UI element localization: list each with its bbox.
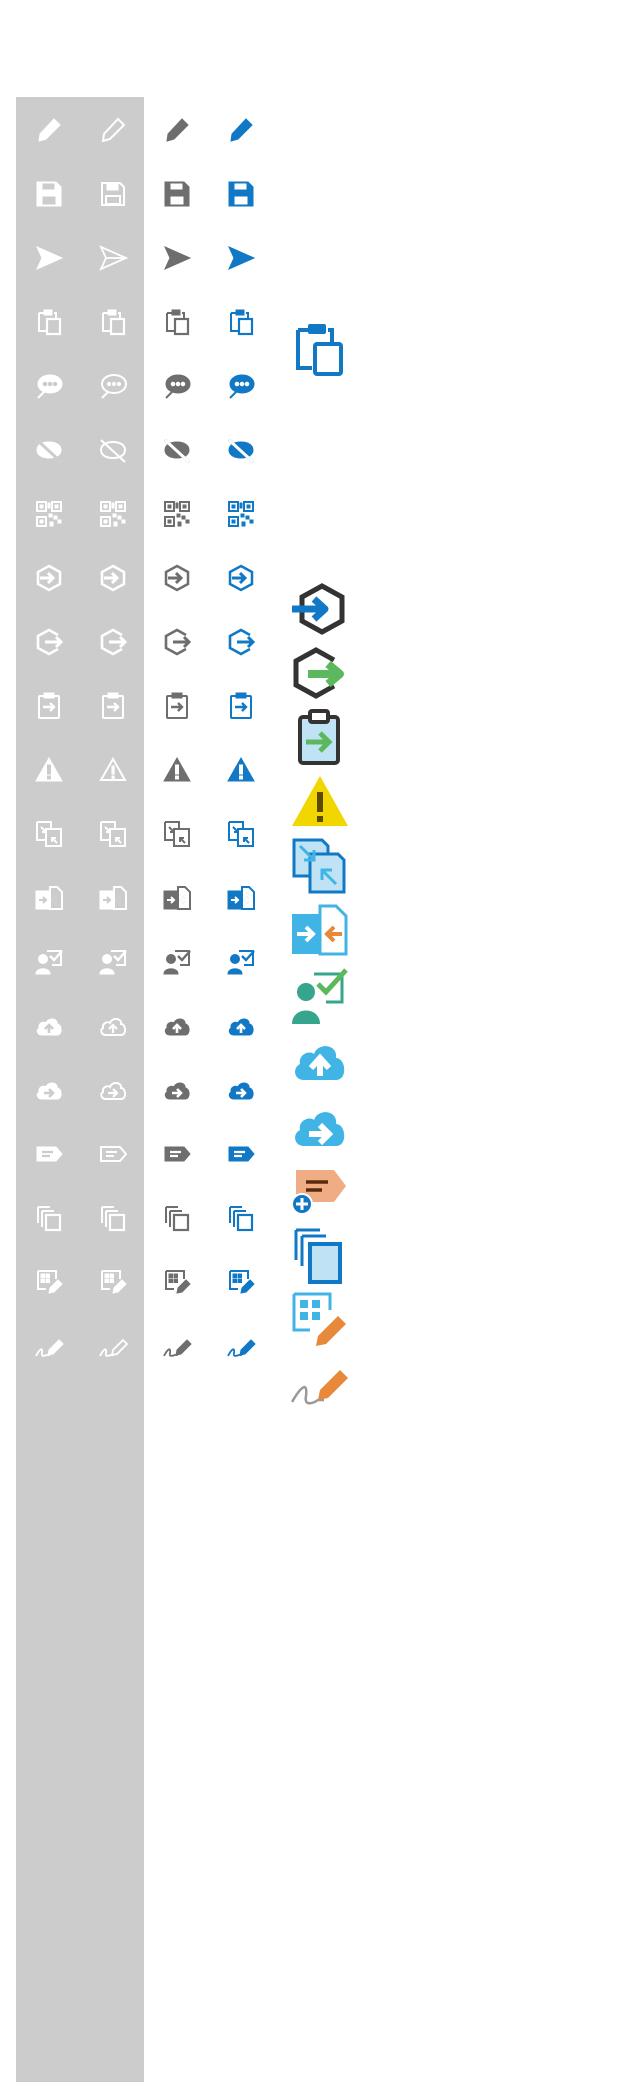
compare-documents-icon: [292, 838, 346, 894]
save-icon: [228, 181, 254, 207]
pencil-icon: [102, 118, 125, 142]
chat-bubble-icon: [37, 374, 63, 399]
cloud-forward-icon: [100, 1081, 127, 1101]
user-approve-icon: [98, 949, 128, 976]
cloud-upload-icon: [164, 1017, 191, 1037]
cloud-forward-icon: [295, 1112, 345, 1146]
save-icon: [101, 182, 125, 206]
merge-documents-icon: [99, 886, 127, 910]
tag-add-icon: [100, 1146, 127, 1162]
clipboard-icon: [165, 308, 190, 336]
tag-add-icon: [35, 1145, 64, 1163]
tag-add-icon: [163, 1145, 192, 1163]
hex-arrow-out-icon: [228, 628, 255, 656]
hide-comment-icon: [227, 438, 255, 464]
hex-arrow-in-icon: [100, 564, 126, 592]
compare-documents-icon: [100, 821, 126, 847]
signature-icon: [227, 1339, 256, 1357]
hex-arrow-in-icon: [228, 564, 254, 592]
cloud-upload-icon: [295, 1046, 345, 1080]
user-approve-icon: [34, 949, 64, 976]
hex-arrow-in-icon: [36, 564, 62, 592]
send-icon: [228, 246, 255, 270]
compare-documents-icon: [164, 821, 190, 847]
send-icon: [36, 246, 63, 270]
chat-bubble-icon: [229, 374, 255, 399]
pencil-icon: [38, 118, 61, 142]
warning-icon: [163, 757, 191, 782]
tag-add-icon: [291, 1170, 346, 1215]
grid-edit-icon: [165, 1270, 191, 1294]
hex-arrow-out-icon: [36, 628, 63, 656]
save-icon: [164, 181, 190, 207]
user-approve-icon: [162, 949, 192, 976]
copy-pages-icon: [36, 1205, 62, 1232]
copy-pages-icon: [228, 1205, 254, 1232]
user-approve-icon: [226, 949, 256, 976]
cloud-upload-icon: [100, 1017, 127, 1037]
save-icon: [36, 181, 62, 207]
warning-icon: [100, 758, 126, 781]
cloud-forward-icon: [36, 1081, 63, 1101]
grid-edit-icon: [101, 1270, 127, 1294]
pencil-icon: [230, 118, 253, 142]
grid-edit-icon: [229, 1270, 255, 1294]
copy-pages-icon: [294, 1228, 342, 1284]
warning-icon: [292, 776, 348, 826]
hex-arrow-in-icon: [164, 564, 190, 592]
warning-icon: [227, 757, 255, 782]
signature-icon: [35, 1339, 64, 1357]
compare-documents-icon: [36, 821, 62, 847]
qr-code-icon: [36, 501, 62, 527]
clipboard-arrow-icon: [229, 691, 253, 720]
merge-documents-icon: [292, 904, 348, 956]
copy-pages-icon: [164, 1205, 190, 1232]
chat-bubble-icon: [165, 374, 191, 399]
hex-arrow-in-icon: [292, 583, 345, 635]
clipboard-icon: [37, 308, 62, 336]
clipboard-arrow-icon: [165, 691, 189, 720]
hex-arrow-out-icon: [293, 647, 344, 699]
user-approve-icon: [292, 968, 348, 1024]
clipboard-icon: [296, 324, 343, 376]
cloud-upload-icon: [36, 1017, 63, 1037]
merge-documents-icon: [163, 886, 191, 910]
clipboard-arrow-icon: [37, 691, 61, 720]
signature-icon: [99, 1339, 128, 1357]
compare-documents-icon: [228, 821, 254, 847]
signature-icon: [163, 1339, 192, 1357]
clipboard-icon: [101, 308, 126, 336]
send-icon: [164, 246, 191, 270]
hide-comment-icon: [35, 438, 63, 464]
merge-documents-icon: [35, 886, 63, 910]
hex-arrow-out-icon: [100, 628, 127, 656]
qr-code-icon: [228, 501, 254, 527]
clipboard-arrow-icon: [101, 691, 125, 720]
merge-documents-icon: [227, 886, 255, 910]
hide-comment-icon: [100, 439, 126, 463]
send-icon: [100, 246, 127, 270]
pencil-icon: [166, 118, 189, 142]
cloud-forward-icon: [228, 1081, 255, 1101]
cloud-forward-icon: [164, 1081, 191, 1101]
grid-edit-icon: [292, 1292, 346, 1346]
tag-add-icon: [227, 1145, 256, 1163]
qr-code-icon: [164, 501, 190, 527]
qr-code-icon: [100, 501, 126, 527]
chat-bubble-icon: [101, 374, 127, 399]
clipboard-icon: [229, 308, 254, 336]
cloud-upload-icon: [228, 1017, 255, 1037]
grid-edit-icon: [37, 1270, 63, 1294]
signature-icon: [290, 1370, 348, 1405]
warning-icon: [35, 757, 63, 782]
copy-pages-icon: [100, 1205, 126, 1232]
clipboard-arrow-icon: [298, 709, 340, 765]
hex-arrow-out-icon: [164, 628, 191, 656]
hide-comment-icon: [163, 438, 191, 464]
